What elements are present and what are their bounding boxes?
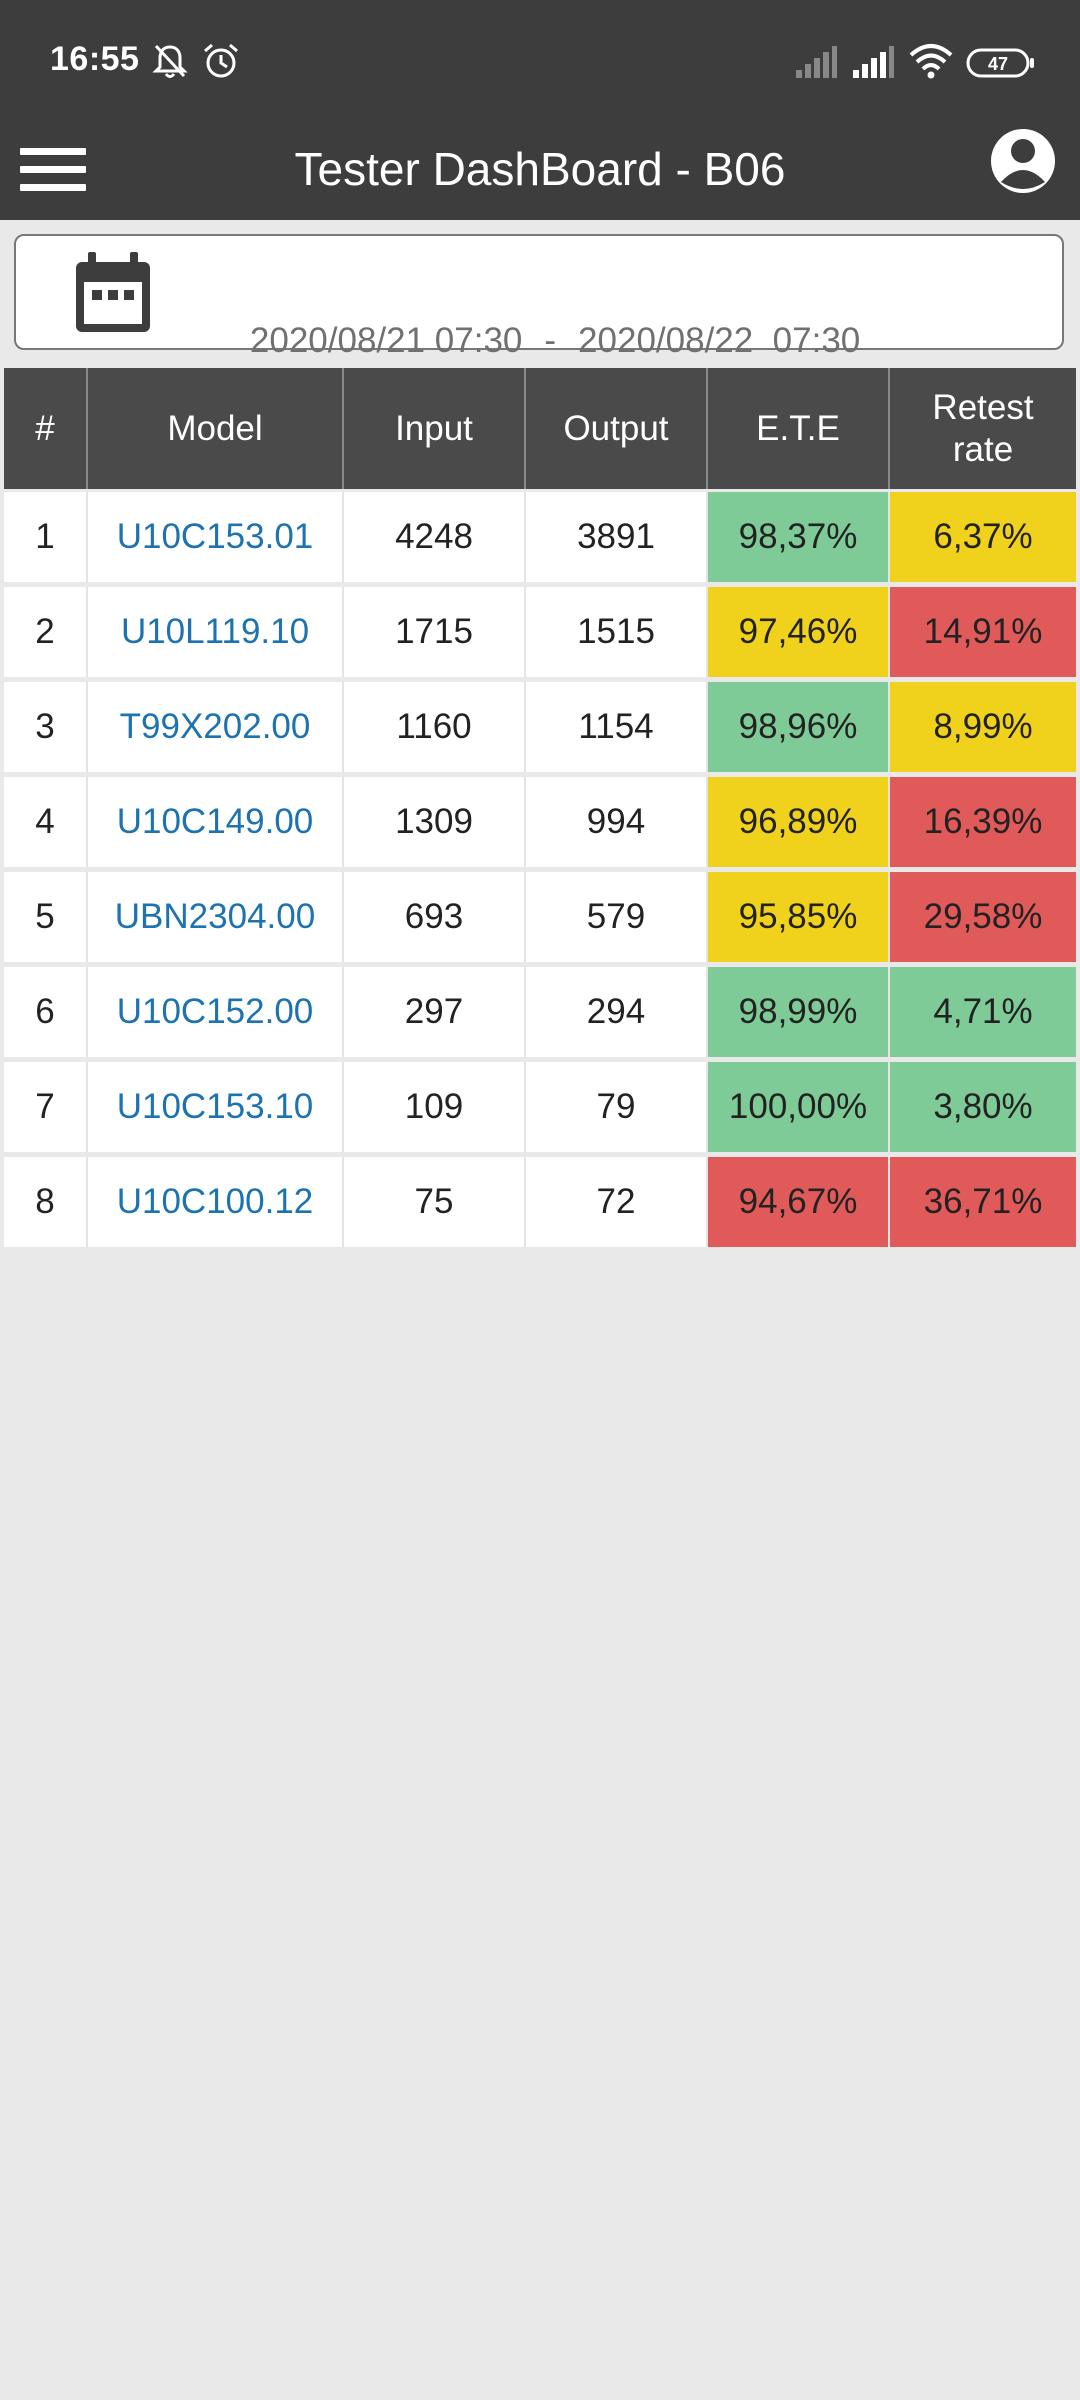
column-header-ete: E.T.E	[708, 368, 890, 489]
retest-rate-cell: 36,71%	[890, 1157, 1076, 1247]
table-header: # Model Input Output E.T.E Retest rate	[4, 368, 1076, 489]
ete-cell: 97,46%	[708, 587, 890, 677]
retest-rate-cell: 8,99%	[890, 682, 1076, 772]
output-cell: 3891	[526, 492, 708, 582]
output-cell: 1515	[526, 587, 708, 677]
row-number-cell: 4	[4, 777, 88, 867]
date-range-picker[interactable]: 2020/08/21 07:30-2020/08/22 07:30	[14, 234, 1064, 360]
model-link[interactable]: U10C153.01	[88, 492, 344, 582]
retest-rate-cell: 16,39%	[890, 777, 1076, 867]
table-row[interactable]: 4 U10C149.00 1309 994 96,89% 16,39%	[4, 777, 1076, 867]
row-number-cell: 5	[4, 872, 88, 962]
row-number-cell: 2	[4, 587, 88, 677]
table-row[interactable]: 2 U10L119.10 1715 1515 97,46% 14,91%	[4, 587, 1076, 677]
column-header-number: #	[4, 368, 88, 489]
input-cell: 1309	[344, 777, 526, 867]
status-bar: 16:55 47	[0, 0, 1080, 120]
battery-level: 47	[988, 54, 1008, 74]
model-link[interactable]: U10C152.00	[88, 967, 344, 1057]
retest-rate-cell: 3,80%	[890, 1062, 1076, 1152]
app-bar: Tester DashBoard - B06	[0, 120, 1080, 220]
bell-off-icon	[152, 42, 188, 85]
model-link[interactable]: U10C100.12	[88, 1157, 344, 1247]
account-icon	[991, 129, 1055, 193]
output-cell: 579	[526, 872, 708, 962]
page-title: Tester DashBoard - B06	[294, 143, 786, 195]
alarm-icon	[202, 42, 240, 85]
table-row[interactable]: 6 U10C152.00 297 294 98,99% 4,71%	[4, 967, 1076, 1057]
status-time: 16:55	[50, 40, 140, 78]
ete-cell: 98,37%	[708, 492, 890, 582]
model-link[interactable]: U10C149.00	[88, 777, 344, 867]
account-button[interactable]	[988, 122, 1058, 200]
output-cell: 994	[526, 777, 708, 867]
row-number-cell: 3	[4, 682, 88, 772]
model-link[interactable]: U10C153.10	[88, 1062, 344, 1152]
ete-cell: 98,99%	[708, 967, 890, 1057]
input-cell: 297	[344, 967, 526, 1057]
ete-cell: 96,89%	[708, 777, 890, 867]
retest-rate-cell: 14,91%	[890, 587, 1076, 677]
date-separator: -	[544, 321, 557, 360]
ete-cell: 98,96%	[708, 682, 890, 772]
calendar-icon	[76, 252, 150, 332]
wifi-icon	[908, 42, 954, 85]
column-header-retest-rate: Retest rate	[890, 368, 1076, 489]
row-number-cell: 7	[4, 1062, 88, 1152]
input-cell: 4248	[344, 492, 526, 582]
output-cell: 294	[526, 967, 708, 1057]
signal-icon	[795, 46, 837, 83]
end-datetime: 2020/08/22 07:30	[578, 321, 861, 360]
ete-cell: 94,67%	[708, 1157, 890, 1247]
row-number-cell: 6	[4, 967, 88, 1057]
output-cell: 79	[526, 1062, 708, 1152]
tester-table: # Model Input Output E.T.E Retest rate 1…	[4, 368, 1076, 1252]
row-number-cell: 1	[4, 492, 88, 582]
column-header-input: Input	[344, 368, 526, 489]
row-number-cell: 8	[4, 1157, 88, 1247]
retest-rate-cell: 6,37%	[890, 492, 1076, 582]
table-row[interactable]: 8 U10C100.12 75 72 94,67% 36,71%	[4, 1157, 1076, 1247]
calendar-button[interactable]	[72, 250, 154, 336]
ete-cell: 100,00%	[708, 1062, 890, 1152]
model-link[interactable]: UBN2304.00	[88, 872, 344, 962]
input-cell: 693	[344, 872, 526, 962]
start-datetime: 2020/08/21 07:30	[249, 321, 523, 360]
table-row[interactable]: 5 UBN2304.00 693 579 95,85% 29,58%	[4, 872, 1076, 962]
output-cell: 1154	[526, 682, 708, 772]
input-cell: 109	[344, 1062, 526, 1152]
retest-rate-cell: 29,58%	[890, 872, 1076, 962]
column-header-output: Output	[526, 368, 708, 489]
input-cell: 1715	[344, 587, 526, 677]
table-row[interactable]: 3 T99X202.00 1160 1154 98,96% 8,99%	[4, 682, 1076, 772]
signal-icon	[852, 46, 894, 83]
table-row[interactable]: 1 U10C153.01 4248 3891 98,37% 6,37%	[4, 492, 1076, 582]
input-cell: 1160	[344, 682, 526, 772]
model-link[interactable]: T99X202.00	[88, 682, 344, 772]
input-cell: 75	[344, 1157, 526, 1247]
battery-icon: 47	[966, 48, 1036, 83]
column-header-model: Model	[88, 368, 344, 489]
ete-cell: 95,85%	[708, 872, 890, 962]
retest-rate-cell: 4,71%	[890, 967, 1076, 1057]
table-row[interactable]: 7 U10C153.10 109 79 100,00% 3,80%	[4, 1062, 1076, 1152]
output-cell: 72	[526, 1157, 708, 1247]
model-link[interactable]: U10L119.10	[88, 587, 344, 677]
